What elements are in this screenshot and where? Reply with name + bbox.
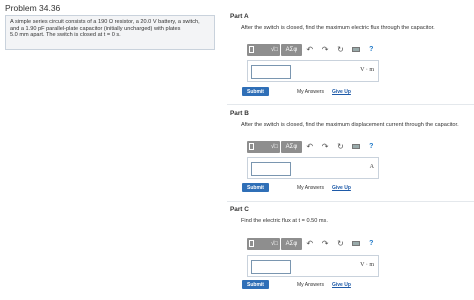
part-c-my-answers-link[interactable]: My Answers: [297, 282, 324, 288]
redo-icon[interactable]: ↷: [317, 141, 332, 153]
part-c-unit: V · m: [360, 262, 374, 268]
sqrt-template-icon[interactable]: √□: [247, 43, 280, 56]
part-a-toolbar: √□ ΑΣφ ↶ ↷ ↻ ?: [247, 42, 379, 57]
reset-icon[interactable]: ↻: [333, 141, 348, 153]
undo-icon[interactable]: ↶: [302, 44, 317, 56]
part-b-my-answers-link[interactable]: My Answers: [297, 185, 324, 191]
part-c-answer-input[interactable]: [251, 260, 291, 274]
parts-column: Part A After the switch is closed, find …: [227, 0, 474, 300]
keyboard-icon[interactable]: [348, 44, 363, 56]
part-b-unit: A: [369, 164, 374, 170]
part-divider: [227, 201, 474, 202]
part-c-toolbar: √□ ΑΣφ ↶ ↷ ↻ ?: [247, 236, 379, 251]
help-icon[interactable]: ?: [364, 44, 379, 56]
keyboard-icon[interactable]: [348, 238, 363, 250]
part-a-label: Part A: [230, 13, 249, 20]
part-divider: [227, 104, 474, 105]
part-b-question: After the switch is closed, find the max…: [241, 122, 459, 128]
reset-icon[interactable]: ↻: [333, 238, 348, 250]
part-b-toolbar: √□ ΑΣφ ↶ ↷ ↻ ?: [247, 139, 379, 154]
problem-text-line-2: and a 1.90 pF parallel-plate capacitor (…: [10, 25, 181, 32]
part-b-answer-input[interactable]: [251, 162, 291, 176]
greek-symbols-button[interactable]: ΑΣφ: [280, 237, 303, 250]
problem-title: Problem 34.36: [5, 3, 61, 13]
part-b-submit-button[interactable]: Submit: [242, 183, 269, 192]
part-c-give-up-link[interactable]: Give Up: [332, 282, 351, 288]
part-b-give-up-link[interactable]: Give Up: [332, 185, 351, 191]
greek-symbols-button[interactable]: ΑΣφ: [280, 140, 303, 153]
problem-statement: A simple series circuit consists of a 19…: [5, 15, 215, 50]
part-b-answer-area: A: [247, 157, 379, 179]
problem-text-line-3: 5.0 mm apart. The switch is closed at t …: [10, 32, 121, 39]
part-c-label: Part C: [230, 206, 249, 213]
redo-icon[interactable]: ↷: [317, 44, 332, 56]
part-b-label: Part B: [230, 110, 249, 117]
problem-text-line-1: A simple series circuit consists of a 19…: [10, 19, 200, 25]
keyboard-icon[interactable]: [348, 141, 363, 153]
redo-icon[interactable]: ↷: [317, 238, 332, 250]
part-c-submit-button[interactable]: Submit: [242, 280, 269, 289]
part-a-answer-input[interactable]: [251, 65, 291, 79]
sqrt-template-icon[interactable]: √□: [247, 140, 280, 153]
part-c-question: Find the electric flux at t = 0.50 ms.: [241, 218, 328, 224]
help-icon[interactable]: ?: [364, 238, 379, 250]
part-c-answer-area: V · m: [247, 255, 379, 277]
part-a-answer-area: V · m: [247, 60, 379, 82]
undo-icon[interactable]: ↶: [302, 141, 317, 153]
sqrt-template-icon[interactable]: √□: [247, 237, 280, 250]
part-a-unit: V · m: [360, 67, 374, 73]
greek-symbols-button[interactable]: ΑΣφ: [280, 43, 303, 56]
part-a-give-up-link[interactable]: Give Up: [332, 89, 351, 95]
undo-icon[interactable]: ↶: [302, 238, 317, 250]
help-icon[interactable]: ?: [364, 141, 379, 153]
part-a-question: After the switch is closed, find the max…: [241, 25, 435, 31]
part-a-submit-button[interactable]: Submit: [242, 87, 269, 96]
reset-icon[interactable]: ↻: [333, 44, 348, 56]
part-a-my-answers-link[interactable]: My Answers: [297, 89, 324, 95]
